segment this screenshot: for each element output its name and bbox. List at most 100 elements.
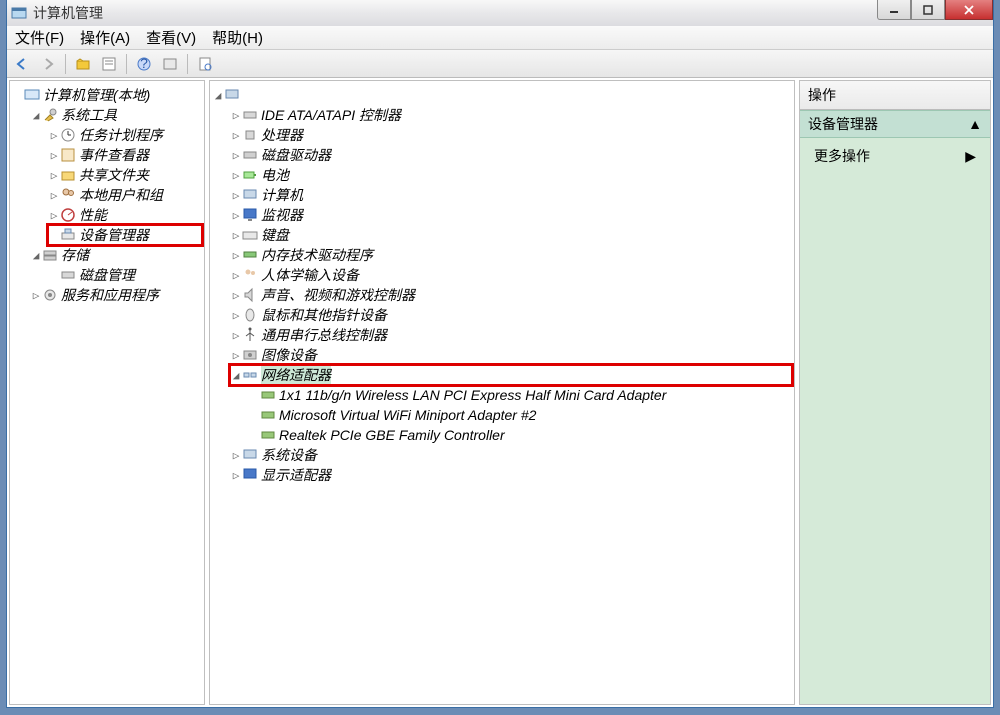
device-battery[interactable]: ▷电池 — [230, 165, 792, 185]
device-monitor[interactable]: ▷监视器 — [230, 205, 792, 225]
collapse-icon[interactable]: ◢ — [30, 249, 42, 262]
expand-icon[interactable]: ▷ — [230, 229, 242, 242]
device-display[interactable]: ▷显示适配器 — [230, 465, 792, 485]
expand-icon[interactable]: ▷ — [230, 449, 242, 462]
expand-icon[interactable]: ▷ — [230, 109, 242, 122]
device-cpu[interactable]: ▷处理器 — [230, 125, 792, 145]
expand-icon[interactable]: ▷ — [48, 169, 60, 182]
imaging-icon — [242, 347, 258, 363]
collapse-icon[interactable]: ◢ — [212, 89, 224, 102]
back-button[interactable] — [11, 53, 33, 75]
device-disk[interactable]: ▷磁盘驱动器 — [230, 145, 792, 165]
device-memory[interactable]: ▷内存技术驱动程序 — [230, 245, 792, 265]
actions-subheader[interactable]: 设备管理器 ▲ — [800, 110, 990, 138]
tree-device-manager[interactable]: 设备管理器 — [48, 225, 202, 245]
expand-icon[interactable]: ▷ — [230, 189, 242, 202]
device-net-adapter-2[interactable]: Microsoft Virtual WiFi Miniport Adapter … — [248, 405, 792, 425]
expand-icon[interactable]: ▷ — [48, 209, 60, 222]
expand-icon[interactable]: ▷ — [30, 289, 42, 302]
memory-icon — [242, 247, 258, 263]
tree-system-tools[interactable]: ◢ 系统工具 — [30, 105, 202, 125]
tree-services[interactable]: ▷服务和应用程序 — [30, 285, 202, 305]
device-mgr-icon — [60, 227, 76, 243]
expand-icon[interactable]: ▷ — [48, 189, 60, 202]
tree-root[interactable]: 计算机管理(本地) — [12, 85, 202, 105]
nic-icon — [260, 387, 276, 403]
collapse-arrow-icon[interactable]: ▲ — [968, 116, 982, 132]
svg-text:?: ? — [140, 56, 148, 71]
tree-storage[interactable]: ◢ 存储 — [30, 245, 202, 265]
device-computer[interactable]: ▷计算机 — [230, 185, 792, 205]
computer-icon — [224, 87, 240, 103]
expand-icon[interactable]: ▷ — [230, 349, 242, 362]
hid-icon — [242, 267, 258, 283]
expand-icon[interactable]: ▷ — [230, 269, 242, 282]
center-pane: ◢ ▷IDE ATA/ATAPI 控制器 ▷处理器 ▷磁盘驱动器 ▷电池 ▷计算… — [209, 80, 795, 705]
menu-action[interactable]: 操作(A) — [80, 27, 130, 48]
perf-icon — [60, 207, 76, 223]
device-net-adapter-1[interactable]: 1x1 11b/g/n Wireless LAN PCI Express Hal… — [248, 385, 792, 405]
expand-icon[interactable]: ▷ — [230, 289, 242, 302]
device-imaging[interactable]: ▷图像设备 — [230, 345, 792, 365]
toolbar-separator-3 — [187, 54, 188, 74]
device-sound[interactable]: ▷声音、视频和游戏控制器 — [230, 285, 792, 305]
monitor-icon — [242, 207, 258, 223]
expand-icon[interactable]: ▷ — [230, 329, 242, 342]
display-icon — [242, 467, 258, 483]
usb-icon — [242, 327, 258, 343]
tree-event-viewer[interactable]: ▷事件查看器 — [48, 145, 202, 165]
device-network[interactable]: ◢网络适配器 — [230, 365, 792, 385]
expand-icon[interactable]: ▷ — [230, 249, 242, 262]
expand-icon[interactable]: ▷ — [230, 129, 242, 142]
expand-icon[interactable]: ▷ — [230, 209, 242, 222]
expand-icon[interactable]: ▷ — [230, 309, 242, 322]
share-icon — [60, 167, 76, 183]
battery-icon — [242, 167, 258, 183]
menu-view[interactable]: 查看(V) — [146, 27, 196, 48]
tree-performance[interactable]: ▷性能 — [48, 205, 202, 225]
refresh-button[interactable] — [159, 53, 181, 75]
tree-task-scheduler[interactable]: ▷任务计划程序 — [48, 125, 202, 145]
minimize-button[interactable] — [877, 0, 911, 20]
expand-icon[interactable]: ▷ — [230, 149, 242, 162]
forward-button[interactable] — [37, 53, 59, 75]
tree-disk-mgmt[interactable]: 磁盘管理 — [48, 265, 202, 285]
device-system[interactable]: ▷系统设备 — [230, 445, 792, 465]
toolbar-separator-2 — [126, 54, 127, 74]
close-button[interactable] — [945, 0, 993, 20]
scan-button[interactable] — [194, 53, 216, 75]
device-net-adapter-3[interactable]: Realtek PCIe GBE Family Controller — [248, 425, 792, 445]
window-title: 计算机管理 — [33, 3, 103, 23]
menu-file[interactable]: 文件(F) — [15, 27, 64, 48]
actions-more[interactable]: 更多操作 ▶ — [814, 144, 976, 168]
device-hid[interactable]: ▷人体学输入设备 — [230, 265, 792, 285]
maximize-button[interactable] — [911, 0, 945, 20]
disk-drive-icon — [242, 147, 258, 163]
expand-icon[interactable]: ▷ — [230, 169, 242, 182]
expand-icon[interactable]: ▷ — [230, 469, 242, 482]
users-icon — [60, 187, 76, 203]
device-mouse[interactable]: ▷鼠标和其他指针设备 — [230, 305, 792, 325]
chevron-right-icon: ▶ — [965, 148, 976, 165]
tree-local-users[interactable]: ▷本地用户和组 — [48, 185, 202, 205]
help-button[interactable]: ? — [133, 53, 155, 75]
tree-shared-folders[interactable]: ▷共享文件夹 — [48, 165, 202, 185]
up-button[interactable] — [72, 53, 94, 75]
keyboard-icon — [242, 227, 258, 243]
device-root[interactable]: ◢ — [212, 85, 792, 105]
device-usb[interactable]: ▷通用串行总线控制器 — [230, 325, 792, 345]
device-ide[interactable]: ▷IDE ATA/ATAPI 控制器 — [230, 105, 792, 125]
properties-button[interactable] — [98, 53, 120, 75]
toolbar: ? — [7, 50, 993, 78]
device-keyboard[interactable]: ▷键盘 — [230, 225, 792, 245]
collapse-icon[interactable]: ◢ — [230, 369, 242, 382]
computer-mgmt-icon — [24, 87, 40, 103]
collapse-icon[interactable]: ◢ — [30, 109, 42, 122]
computer-icon — [242, 187, 258, 203]
main-window: 计算机管理 文件(F) 操作(A) 查看(V) 帮助(H) ? — [6, 0, 994, 708]
expand-icon[interactable]: ▷ — [48, 129, 60, 142]
toolbar-separator — [65, 54, 66, 74]
expand-icon[interactable]: ▷ — [48, 149, 60, 162]
menu-help[interactable]: 帮助(H) — [212, 27, 263, 48]
right-pane: 操作 设备管理器 ▲ 更多操作 ▶ — [799, 80, 991, 705]
